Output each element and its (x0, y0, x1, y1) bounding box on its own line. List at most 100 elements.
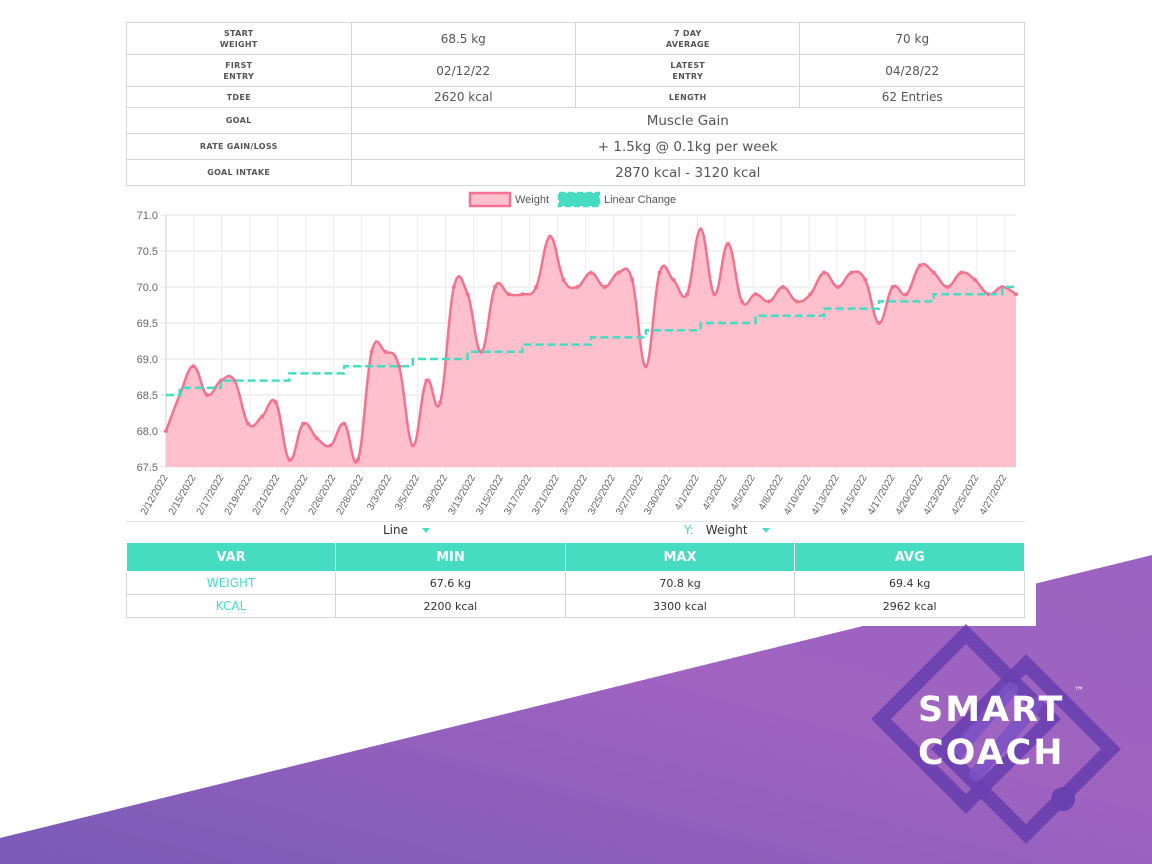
chart-type-value: Line (383, 523, 409, 537)
weight-point (369, 349, 374, 354)
x-tick-label: 4/8/2022 (757, 473, 786, 513)
weight-point (904, 292, 909, 297)
weight-point (972, 277, 977, 282)
weight-point (602, 285, 607, 289)
divider (126, 521, 1025, 522)
weight-point (191, 364, 196, 369)
weight-point (876, 321, 881, 325)
legend-linear-label: Linear Change (604, 194, 676, 206)
x-tick-label: 4/17/2022 (866, 473, 898, 517)
weight-point (671, 277, 676, 282)
x-tick-label: 4/1/2022 (673, 473, 702, 513)
x-tick-label: 3/13/2022 (446, 473, 478, 517)
weight-point (835, 285, 840, 289)
y-tick-label: 68.0 (137, 426, 158, 438)
x-tick-label: 3/3/2022 (365, 473, 394, 513)
x-tick-label: 2/12/2022 (139, 473, 171, 517)
weight-point (534, 285, 539, 289)
weight-point (451, 285, 456, 289)
x-tick-label: 3/17/2022 (502, 473, 534, 517)
col-min-header: MIN (335, 542, 566, 572)
brand-line-2: COACH (918, 733, 1065, 773)
row-min: 2200 kcal (335, 594, 566, 618)
weight-point (808, 292, 813, 297)
weight-point (561, 277, 566, 282)
weight-point (849, 270, 854, 275)
weight-point (259, 414, 264, 419)
weight-point (822, 270, 827, 275)
y-tick-label: 70.0 (137, 282, 158, 294)
y-tick-label: 67.5 (137, 462, 158, 474)
x-tick-label: 3/21/2022 (530, 473, 562, 517)
row-max: 3300 kcal (564, 594, 796, 618)
weight-point (410, 443, 415, 448)
weight-point (493, 285, 498, 289)
weight-point (945, 285, 950, 289)
row-var: WEIGHT (125, 571, 337, 595)
weight-point (438, 400, 443, 405)
weight-point (575, 285, 580, 289)
y-axis-select[interactable]: Y: Weight (684, 523, 770, 537)
chart-type-select[interactable]: Line (383, 523, 431, 537)
x-tick-label: 3/15/2022 (474, 473, 506, 517)
weight-point (314, 436, 319, 441)
weight-point (657, 270, 662, 275)
weight-point (753, 292, 758, 297)
y-tick-label: 69.5 (137, 318, 158, 330)
legend-linear-swatch (557, 191, 601, 208)
weight-point (342, 421, 347, 426)
chevron-down-icon (761, 528, 770, 533)
row-avg: 69.4 kg (794, 571, 1025, 595)
x-tick-label: 2/15/2022 (167, 473, 199, 517)
chevron-down-icon (422, 528, 431, 533)
brand-line-1: SMART (918, 690, 1065, 730)
weight-point (328, 443, 333, 448)
table-row: KCAL 2200 kcal 3300 kcal 2962 kcal (125, 594, 1025, 618)
weight-point (506, 292, 511, 297)
x-tick-label: 4/27/2022 (978, 473, 1010, 517)
weight-point (890, 285, 895, 289)
weight-point (767, 299, 772, 304)
legend-weight-label: Weight (515, 194, 549, 206)
stats-table: VAR MIN MAX AVG WEIGHT 67.6 kg 70.8 kg 6… (125, 542, 1025, 618)
weight-point (630, 277, 635, 282)
row-var: KCAL (125, 594, 337, 618)
x-tick-label: 3/30/2022 (642, 473, 674, 517)
col-avg-header: AVG (794, 542, 1025, 572)
x-tick-label: 4/10/2022 (782, 473, 814, 517)
row-avg: 2962 kcal (794, 594, 1025, 618)
weight-point (959, 270, 964, 275)
weight-point (465, 292, 470, 297)
weight-point (164, 429, 168, 433)
x-tick-label: 3/9/2022 (421, 473, 450, 513)
weight-point (246, 421, 251, 426)
row-min: 67.6 kg (335, 571, 566, 595)
weight-point (780, 285, 785, 289)
weight-point (589, 270, 593, 275)
x-tick-label: 2/28/2022 (335, 473, 367, 517)
x-tick-label: 4/20/2022 (894, 473, 926, 517)
x-tick-label: 3/23/2022 (558, 473, 590, 517)
row-max: 70.8 kg (564, 571, 796, 595)
x-tick-label: 4/15/2022 (838, 473, 870, 517)
weight-point (383, 349, 388, 354)
weight-point (698, 227, 703, 232)
weight-point (355, 457, 360, 462)
x-tick-label: 3/27/2022 (614, 473, 646, 517)
x-tick-label: 4/13/2022 (810, 473, 842, 517)
weight-point (794, 299, 799, 304)
col-max-header: MAX (564, 542, 796, 572)
x-tick-label: 2/17/2022 (195, 473, 227, 517)
col-var-header: VAR (125, 542, 337, 572)
x-tick-label: 2/21/2022 (251, 473, 283, 517)
table-row: WEIGHT 67.6 kg 70.8 kg 69.4 kg (125, 571, 1025, 595)
weight-point (205, 393, 210, 397)
x-tick-label: 2/23/2022 (279, 473, 311, 517)
y-tick-label: 69.0 (137, 354, 158, 366)
trademark: ™ (1074, 686, 1084, 697)
weight-point (918, 263, 923, 268)
weight-point (479, 349, 484, 354)
weight-point (301, 421, 306, 426)
weight-point (863, 277, 868, 282)
x-tick-label: 4/23/2022 (922, 473, 954, 517)
